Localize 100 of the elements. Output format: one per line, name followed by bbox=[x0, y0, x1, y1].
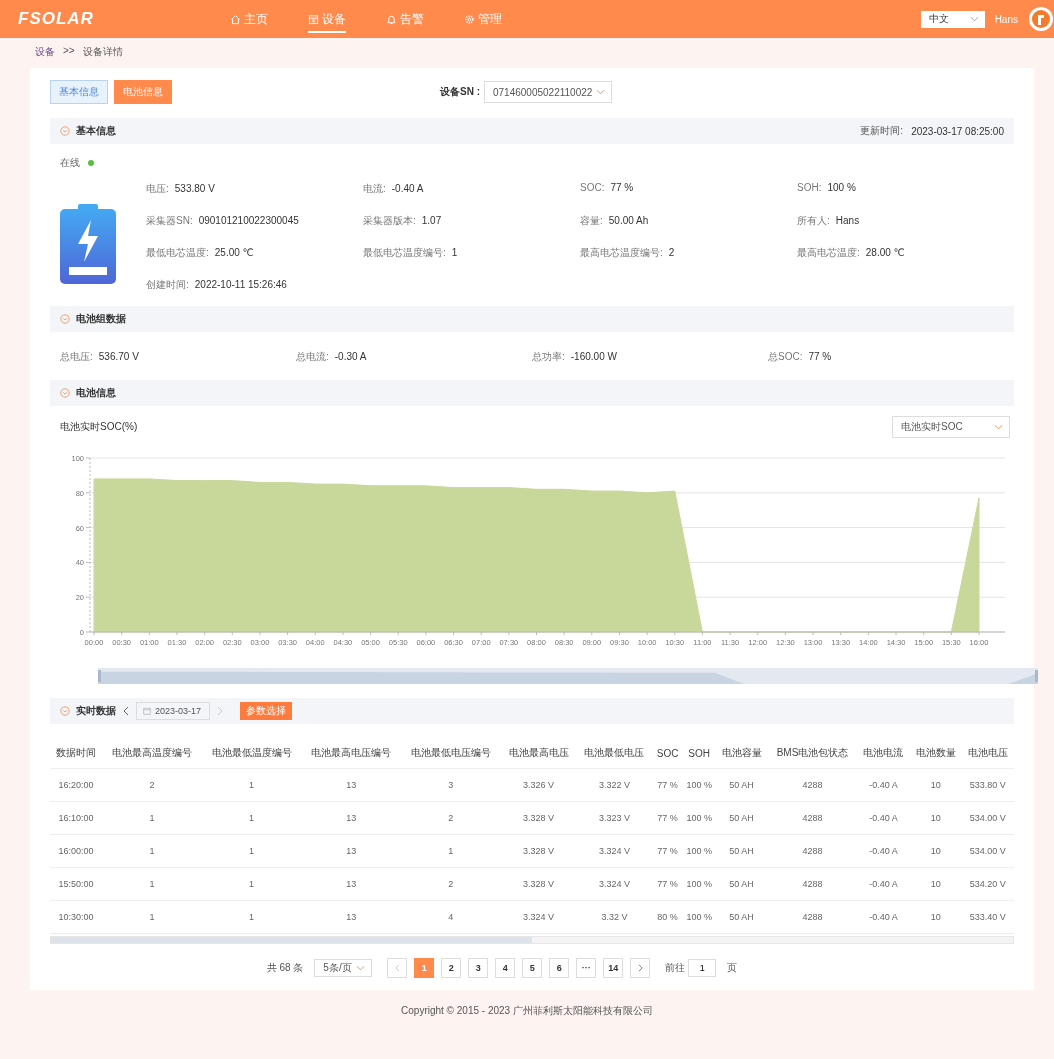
range-slider[interactable] bbox=[98, 668, 1038, 684]
field-label: 总电压: bbox=[60, 350, 93, 364]
table-cell: 3.326 V bbox=[500, 768, 577, 802]
field-label: 总功率: bbox=[532, 350, 565, 364]
table-cell: 1 bbox=[102, 834, 202, 868]
avatar-icon[interactable] bbox=[1028, 6, 1054, 32]
table-cell: 1 bbox=[102, 801, 202, 835]
table-cell: 3 bbox=[401, 768, 501, 802]
circle-chevron-icon[interactable] bbox=[60, 388, 70, 398]
table-cell: 10 bbox=[909, 768, 962, 802]
page-button[interactable]: 3 bbox=[468, 958, 489, 978]
page-button[interactable]: ··· bbox=[576, 958, 597, 978]
copyright-text: Copyright © 2015 - 2023 广州菲利斯太阳能科技有限公司 bbox=[400, 1004, 654, 1018]
table-cell: 77 % bbox=[652, 867, 683, 901]
table-cell: 4288 bbox=[767, 867, 858, 901]
table-cell: 100 % bbox=[682, 900, 716, 934]
field-label: SOH: bbox=[797, 182, 822, 193]
page-unit: 页 bbox=[727, 961, 738, 975]
table-cell: 1 bbox=[102, 900, 202, 934]
table-cell: 3.322 V bbox=[576, 768, 653, 802]
table-cell: 10:30:00 bbox=[50, 900, 103, 934]
section-title: 基本信息 bbox=[76, 124, 116, 138]
next-page-button[interactable] bbox=[630, 958, 651, 978]
next-day-icon[interactable] bbox=[216, 706, 225, 716]
table-cell: 77 % bbox=[652, 768, 683, 802]
field-value: -160.00 W bbox=[570, 351, 617, 362]
field-value: 2022-10-11 15:26:46 bbox=[194, 279, 287, 290]
page-button[interactable]: 6 bbox=[549, 958, 570, 978]
sn-select[interactable]: 071460005022110022 bbox=[484, 81, 612, 103]
battery-icon bbox=[60, 204, 116, 284]
field-value: 77 % bbox=[610, 182, 634, 193]
table-cell: 1 bbox=[201, 900, 302, 934]
field-label: 最高电芯温度: bbox=[797, 246, 860, 260]
field-label: 最高电芯温度编号: bbox=[580, 246, 663, 260]
status-label: 在线 bbox=[60, 156, 80, 170]
horizontal-scrollbar[interactable] bbox=[50, 936, 1014, 944]
page-button[interactable]: 5 bbox=[522, 958, 543, 978]
circle-chevron-icon[interactable] bbox=[60, 706, 70, 716]
caret-icon bbox=[596, 89, 605, 95]
table-cell: 4288 bbox=[767, 801, 858, 835]
field-value: 25.00 ℃ bbox=[214, 247, 254, 258]
table-cell: 3.328 V bbox=[500, 867, 577, 901]
table-cell: 534.20 V bbox=[961, 867, 1014, 901]
column-header: SOH bbox=[682, 738, 716, 769]
chart-select[interactable]: 电池实时SOC bbox=[892, 416, 1010, 438]
column-header: 电池最低温度编号 bbox=[201, 738, 302, 769]
breadcrumb-link[interactable]: 设备 bbox=[35, 45, 55, 57]
caret-icon bbox=[356, 965, 366, 971]
page-button[interactable]: 2 bbox=[441, 958, 462, 978]
table-cell: 50 AH bbox=[715, 834, 768, 868]
table-cell: 533.40 V bbox=[961, 900, 1014, 934]
page-size-select[interactable]: 5条/页 bbox=[314, 959, 373, 977]
table-cell: 100 % bbox=[682, 801, 716, 835]
table-cell: 4 bbox=[401, 900, 501, 934]
table-cell: 1 bbox=[201, 834, 302, 868]
previous-day-icon[interactable] bbox=[122, 706, 130, 716]
table-cell: -0.40 A bbox=[857, 834, 910, 868]
field-value: 1.07 bbox=[421, 215, 442, 226]
calendar-icon bbox=[308, 14, 319, 25]
page-button[interactable]: 4 bbox=[495, 958, 516, 978]
field-label: 电流: bbox=[363, 182, 386, 196]
circle-chevron-icon[interactable] bbox=[60, 126, 70, 136]
chevron-right-icon bbox=[636, 964, 644, 972]
field-label: 创建时间: bbox=[146, 278, 189, 292]
previous-page-button[interactable] bbox=[387, 958, 408, 978]
table-cell: 10 bbox=[909, 801, 962, 835]
sn-label: 设备SN : bbox=[440, 85, 480, 99]
field-value: 090101210022300045 bbox=[198, 215, 299, 226]
column-header: 电池最高温度编号 bbox=[102, 738, 202, 769]
field-value: -0.40 A bbox=[391, 183, 424, 194]
table-cell: 1 bbox=[102, 867, 202, 901]
field-value: 77 % bbox=[808, 351, 832, 362]
chevron-left-icon bbox=[393, 964, 401, 972]
date-picker[interactable]: 2023-03-17 bbox=[136, 702, 211, 720]
table-cell: 13 bbox=[301, 768, 401, 802]
table-cell: 77 % bbox=[652, 834, 683, 868]
field-label: 容量: bbox=[580, 214, 603, 228]
circle-chevron-icon[interactable] bbox=[60, 314, 70, 324]
table-cell: 3.328 V bbox=[500, 801, 577, 835]
chart-title: 电池实时SOC(%) bbox=[60, 420, 138, 434]
page-input[interactable]: 1 bbox=[688, 959, 717, 977]
field-value: 1 bbox=[451, 247, 458, 258]
field-value: Hans bbox=[835, 215, 860, 226]
table-cell: 50 AH bbox=[715, 867, 768, 901]
field-label: 总电流: bbox=[296, 350, 329, 364]
bell-icon bbox=[386, 14, 397, 25]
section-title: 电池组数据 bbox=[76, 312, 126, 326]
language-select[interactable]: 中文 bbox=[920, 10, 985, 28]
goto-label: 前往 bbox=[665, 961, 686, 975]
page-button[interactable]: 14 bbox=[603, 958, 624, 978]
column-header: 电池电流 bbox=[857, 738, 910, 769]
field-value: 536.70 V bbox=[98, 351, 139, 362]
table-cell: 3.324 V bbox=[500, 900, 577, 934]
column-header: SOC bbox=[652, 738, 683, 769]
table-cell: 10 bbox=[909, 867, 962, 901]
table-cell: 2 bbox=[102, 768, 202, 802]
table-cell: 16:00:00 bbox=[50, 834, 103, 868]
table-cell: 4288 bbox=[767, 900, 858, 934]
caret-icon bbox=[994, 424, 1003, 430]
table-cell: 2 bbox=[401, 801, 501, 835]
